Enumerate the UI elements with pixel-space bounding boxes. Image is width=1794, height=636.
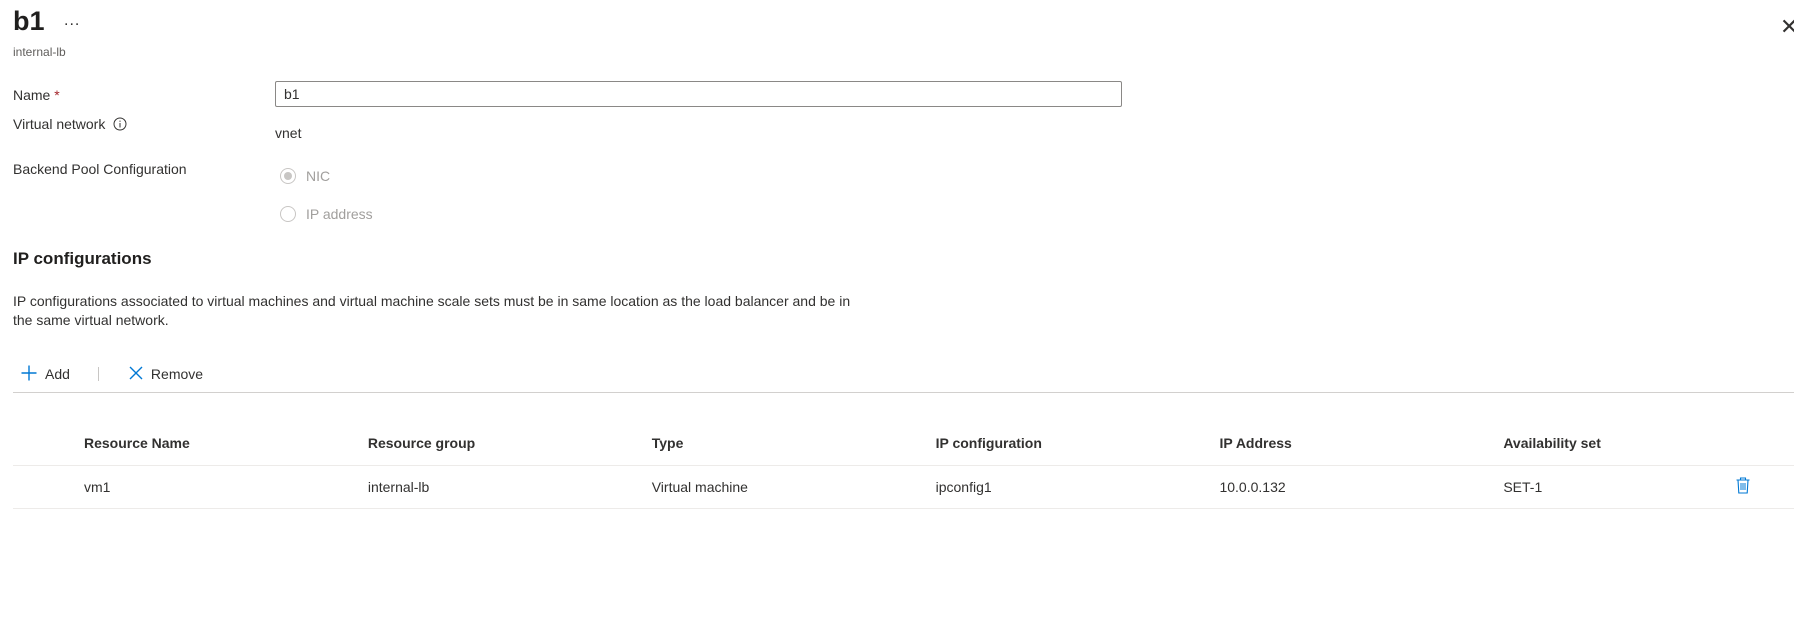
vnet-label-text: Virtual network bbox=[13, 116, 106, 132]
page-title: b1 bbox=[13, 6, 45, 36]
trash-icon[interactable] bbox=[1736, 477, 1750, 497]
name-input[interactable] bbox=[275, 81, 1122, 107]
close-icon bbox=[129, 366, 143, 383]
toolbar-separator bbox=[97, 367, 99, 381]
more-options-button[interactable]: ... bbox=[64, 12, 80, 30]
command-bar: Add Remove bbox=[13, 362, 211, 386]
column-header-ip-configuration[interactable]: IP configuration bbox=[935, 421, 1220, 466]
row-actions-cell bbox=[1726, 465, 1794, 509]
cell-ip-configuration: ipconfig1 bbox=[935, 465, 1220, 509]
radio-ip-address-circle[interactable] bbox=[280, 206, 296, 222]
ip-configurations-heading: IP configurations bbox=[13, 249, 152, 268]
column-header-availability-set[interactable]: Availability set bbox=[1503, 421, 1727, 466]
cell-availability-set: SET-1 bbox=[1503, 465, 1727, 509]
add-button-label: Add bbox=[45, 366, 70, 382]
remove-button[interactable]: Remove bbox=[121, 366, 211, 383]
toolbar-divider bbox=[13, 392, 1794, 393]
column-header-ip-address[interactable]: IP Address bbox=[1219, 421, 1504, 466]
table-row[interactable]: vm1 internal-lb Virtual machine ipconfig… bbox=[13, 465, 1794, 509]
name-label: Name * bbox=[13, 87, 60, 103]
radio-nic[interactable]: NIC bbox=[280, 168, 330, 184]
vnet-label: Virtual network bbox=[13, 116, 127, 134]
radio-ip-address[interactable]: IP address bbox=[280, 206, 373, 222]
page-subtitle: internal-lb bbox=[13, 45, 66, 59]
name-label-text: Name bbox=[13, 87, 51, 103]
actions-column-header bbox=[1726, 421, 1794, 466]
ip-configurations-description: IP configurations associated to virtual … bbox=[13, 293, 851, 328]
add-button[interactable]: Add bbox=[13, 365, 78, 384]
backend-pool-label: Backend Pool Configuration bbox=[13, 161, 187, 177]
column-header-type[interactable]: Type bbox=[651, 421, 936, 466]
radio-nic-circle[interactable] bbox=[280, 168, 296, 184]
cell-type: Virtual machine bbox=[651, 465, 936, 509]
radio-nic-label: NIC bbox=[306, 168, 331, 184]
radio-ip-address-label: IP address bbox=[306, 206, 373, 222]
required-asterisk: * bbox=[54, 87, 60, 103]
cell-ip-address: 10.0.0.132 bbox=[1219, 465, 1504, 509]
column-header-resource-name[interactable]: Resource Name bbox=[83, 421, 368, 466]
plus-icon bbox=[21, 365, 37, 384]
ip-configurations-table: Resource Name Resource group Type IP con… bbox=[13, 421, 1794, 509]
close-button[interactable]: ✕ bbox=[1780, 14, 1794, 40]
table-header-row: Resource Name Resource group Type IP con… bbox=[13, 421, 1794, 466]
remove-button-label: Remove bbox=[150, 366, 204, 382]
cell-resource-name: vm1 bbox=[83, 465, 368, 509]
info-icon[interactable] bbox=[113, 117, 127, 134]
vnet-value: vnet bbox=[275, 125, 302, 141]
cell-resource-group: internal-lb bbox=[367, 465, 652, 509]
column-header-resource-group[interactable]: Resource group bbox=[367, 421, 652, 466]
row-select-cell bbox=[13, 465, 84, 509]
select-column-header bbox=[13, 421, 84, 466]
